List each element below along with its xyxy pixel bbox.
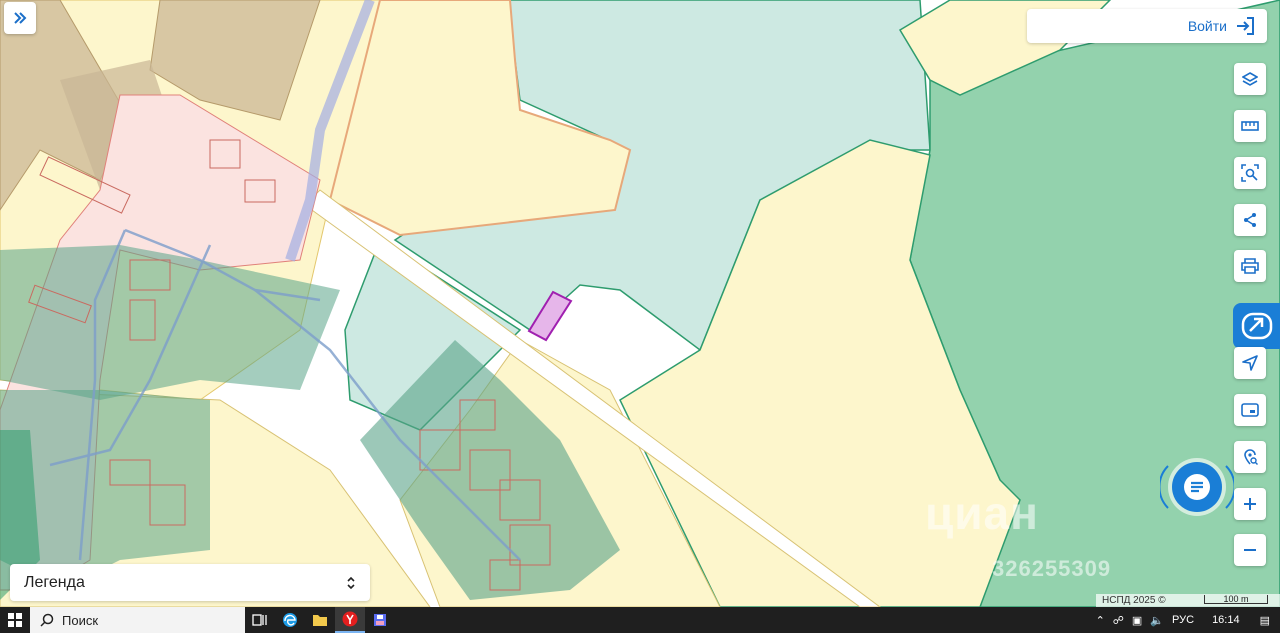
system-tray: ⌃ ☍ ▣ 🔈 РУС 16:14 ▤ (1096, 607, 1280, 633)
legend-label: Легенда (24, 573, 85, 591)
locate-icon (1242, 355, 1258, 371)
zoom-out-icon (1244, 549, 1256, 551)
minimap-icon (1241, 403, 1259, 417)
display-icon[interactable]: ▣ (1132, 614, 1142, 627)
chat-icon (1184, 474, 1210, 500)
task-view-button[interactable] (245, 607, 275, 633)
search-icon (40, 613, 54, 627)
map-layer (0, 0, 1280, 607)
chevron-up-down-icon (347, 576, 355, 589)
share-button[interactable] (1234, 204, 1266, 236)
scale-label: 100 m (1223, 594, 1249, 604)
edge-icon (283, 613, 297, 627)
clock[interactable]: 16:14 (1212, 614, 1240, 626)
taskbar-search[interactable]: Поиск (30, 607, 245, 633)
print-icon (1241, 258, 1259, 274)
app-button[interactable] (365, 607, 395, 633)
floppy-icon (374, 614, 386, 626)
network-icon[interactable]: ☍ (1113, 614, 1124, 627)
area-search-button[interactable] (1234, 157, 1266, 189)
yandex-icon (342, 611, 358, 627)
ruler-icon (1241, 121, 1259, 131)
search-placeholder: Поиск (62, 612, 99, 628)
geo-search-button[interactable] (1234, 441, 1266, 473)
chat-button[interactable] (1172, 462, 1222, 512)
layers-icon (1242, 72, 1258, 86)
zoom-in-button[interactable] (1234, 488, 1266, 520)
windows-icon (8, 613, 22, 627)
language-indicator[interactable]: РУС (1172, 614, 1194, 626)
os-taskbar: Поиск ⌃ ☍ ▣ 🔈 РУС 16:14 ▤ (0, 607, 1280, 633)
attribution-text: НСПД 2025 © (1102, 595, 1166, 606)
share-icon (1244, 213, 1256, 227)
minimap-button[interactable] (1234, 394, 1266, 426)
start-button[interactable] (0, 607, 30, 633)
extension-tab[interactable] (1233, 303, 1280, 349)
scale-bar: 100 m (1204, 595, 1268, 604)
map-canvas[interactable] (0, 0, 1280, 607)
yandex-browser-button[interactable] (335, 607, 365, 633)
zoom-in-icon (1244, 498, 1256, 510)
expand-panel-button[interactable] (4, 2, 36, 34)
extension-icon (1241, 312, 1272, 340)
legend-button[interactable]: Легенда (10, 564, 370, 601)
double-chevron-right-icon (14, 12, 27, 24)
login-label: Войти (1187, 18, 1227, 34)
print-button[interactable] (1234, 250, 1266, 282)
area-search-icon (1241, 164, 1259, 182)
login-button[interactable]: Войти (1027, 9, 1267, 43)
chevron-up-icon[interactable]: ⌃ (1096, 614, 1105, 627)
task-view-icon (252, 614, 267, 626)
ruler-button[interactable] (1234, 110, 1266, 142)
folder-icon (313, 615, 327, 626)
edge-browser-button[interactable] (275, 607, 305, 633)
notifications-icon[interactable]: ▤ (1260, 614, 1270, 627)
zoom-out-button[interactable] (1234, 534, 1266, 566)
volume-icon[interactable]: 🔈 (1150, 614, 1164, 627)
file-explorer-button[interactable] (305, 607, 335, 633)
geo-search-icon (1244, 449, 1258, 465)
locate-button[interactable] (1234, 347, 1266, 379)
layers-button[interactable] (1234, 63, 1266, 95)
login-arrow-icon (1237, 17, 1254, 35)
